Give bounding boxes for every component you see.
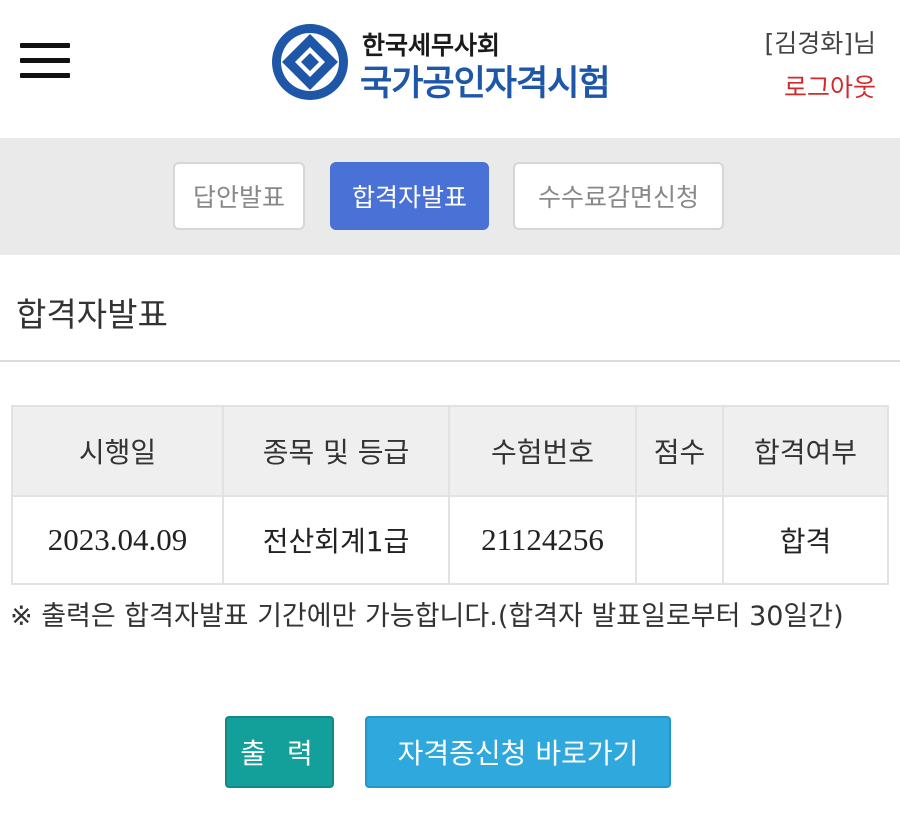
result-table: 시행일 종목 및 등급 수험번호 점수 합격여부 2023.04.09 전산회계… bbox=[11, 405, 889, 585]
logout-link[interactable]: 로그아웃 bbox=[764, 68, 876, 104]
logo-exam-name: 국가공인자격시험 bbox=[360, 64, 611, 104]
column-header-result: 합격여부 bbox=[722, 405, 889, 497]
divider bbox=[0, 360, 900, 362]
menu-icon[interactable] bbox=[20, 43, 70, 79]
column-header-date: 시행일 bbox=[11, 405, 224, 497]
logo-emblem-icon bbox=[272, 24, 348, 100]
page-title: 합격자발표 bbox=[16, 295, 168, 334]
table-header-row: 시행일 종목 및 등급 수험번호 점수 합격여부 bbox=[11, 405, 889, 497]
tab-fee-reduction[interactable]: 수수료감면신청 bbox=[513, 162, 724, 230]
cell-result: 합격 bbox=[722, 495, 889, 585]
table-row: 2023.04.09 전산회계1급 21124256 합격 bbox=[11, 495, 889, 585]
column-header-score: 점수 bbox=[635, 405, 724, 497]
print-notice: ※ 출력은 합격자발표 기간에만 가능합니다.(합격자 발표일로부터 30일간) bbox=[10, 601, 844, 632]
certificate-apply-button[interactable]: 자격증신청 바로가기 bbox=[365, 716, 671, 788]
user-name: [김경화]님 bbox=[764, 29, 876, 58]
print-button[interactable]: 출 력 bbox=[225, 716, 334, 788]
cell-subject: 전산회계1급 bbox=[222, 495, 450, 585]
column-header-exam-number: 수험번호 bbox=[448, 405, 637, 497]
tab-pass-announcement[interactable]: 합격자발표 bbox=[330, 162, 489, 230]
tab-bar: 답안발표 합격자발표 수수료감면신청 bbox=[0, 138, 900, 255]
cell-exam-number: 21124256 bbox=[448, 495, 637, 585]
cell-date: 2023.04.09 bbox=[11, 495, 224, 585]
logo[interactable]: 한국세무사회 국가공인자격시험 bbox=[270, 20, 630, 104]
column-header-subject: 종목 및 등급 bbox=[222, 405, 450, 497]
user-area: [김경화]님 로그아웃 bbox=[764, 24, 876, 104]
cell-score bbox=[635, 495, 724, 585]
header: 한국세무사회 국가공인자격시험 [김경화]님 로그아웃 bbox=[0, 0, 900, 138]
tab-answer-announcement[interactable]: 답안발표 bbox=[173, 162, 305, 230]
